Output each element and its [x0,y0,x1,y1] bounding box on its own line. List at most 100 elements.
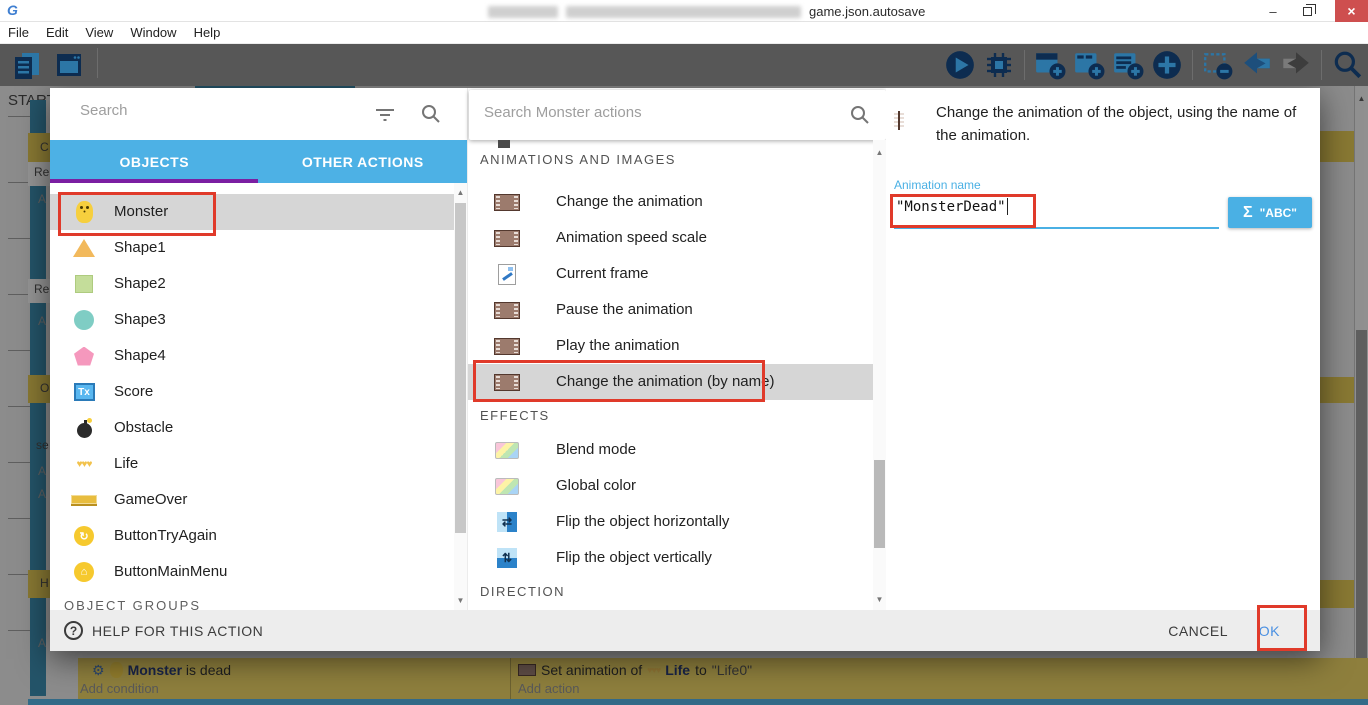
filmstrip-icon [492,328,522,364]
list-item-obstacle[interactable]: Obstacle [50,410,454,446]
object-label: GameOver [114,482,187,518]
list-item-shape3[interactable]: Shape3 [50,302,454,338]
list-item-buttonmainmenu[interactable]: ⌂ ButtonMainMenu [50,554,454,590]
search-events-button[interactable] [1328,48,1366,82]
action-item-change-animation-by-name[interactable]: Change the animation (by name) [468,364,873,400]
list-item-score[interactable]: Tx Score [50,374,454,410]
action-item-global-color[interactable]: Global color [468,468,873,504]
actions-list: ANIMATIONS AND IMAGES Change the animati… [468,140,887,610]
add-sub-event-icon [1073,49,1105,81]
main-toolbar [0,44,1368,86]
action-description: Change the animation of the object, usin… [936,101,1314,148]
list-item-shape2[interactable]: Shape2 [50,266,454,302]
scrollbar-thumb[interactable] [874,460,885,548]
object-label: Shape4 [114,338,166,374]
object-tabs: OBJECTS OTHER ACTIONS [50,140,467,183]
text-object-icon: Tx [70,374,98,410]
animation-name-value: "MonsterDead" [896,199,1006,215]
home-button-object-icon: ⌂ [70,554,98,590]
objects-search-input[interactable] [80,102,360,119]
list-item-shape1[interactable]: Shape1 [50,230,454,266]
menu-edit[interactable]: Edit [46,25,79,40]
object-label: Score [114,374,153,410]
minimize-button[interactable]: – [1258,0,1288,22]
search-icon[interactable] [421,104,441,124]
close-icon: × [1347,3,1355,19]
tab-objects[interactable]: OBJECTS [50,140,259,183]
add-comment-button[interactable] [1109,48,1147,82]
action-item-current-frame[interactable]: Current frame [468,256,873,292]
animation-name-input[interactable]: "MonsterDead" [896,198,1008,215]
search-icon[interactable] [850,105,870,125]
filmstrip-icon [492,364,522,400]
list-item-gameover[interactable]: GameOver [50,482,454,518]
menu-help[interactable]: Help [194,25,232,40]
redo-button[interactable] [1277,48,1315,82]
window-title-text: game.json.autosave [809,4,925,19]
filmstrip-icon [492,184,522,220]
hearts-object-icon: ♥♥♥ [70,446,98,482]
restore-icon [1303,7,1312,16]
close-button[interactable]: × [1335,0,1368,22]
scroll-down-icon[interactable]: ▼ [873,595,886,604]
action-item-flip-vertical[interactable]: ⇅ Flip the object vertically [468,540,873,576]
objects-list-scrollbar[interactable]: ▲ ▼ [454,183,467,610]
action-item-animation-speed-scale[interactable]: Animation speed scale [468,220,873,256]
tab-other-actions[interactable]: OTHER ACTIONS [259,140,468,183]
section-header-effects: EFFECTS [480,408,550,423]
list-item-buttontryagain[interactable]: ↻ ButtonTryAgain [50,518,454,554]
restore-button[interactable] [1292,0,1322,22]
bomb-object-icon [70,410,98,446]
flip-vertical-icon: ⇅ [492,540,522,576]
actions-list-scrollbar[interactable]: ▲ ▼ [873,140,886,610]
preview-button[interactable] [941,48,979,82]
scroll-down-icon[interactable]: ▼ [454,596,467,605]
circle-object-icon [70,302,98,338]
project-manager-button[interactable] [8,48,46,82]
gdevelop-logo-icon: G [7,2,18,18]
menu-file[interactable]: File [8,25,40,40]
filmstrip-icon [492,292,522,328]
list-item-life[interactable]: ♥♥♥ Life [50,446,454,482]
scroll-up-icon[interactable]: ▲ [873,148,886,157]
section-header-direction: DIRECTION [480,584,565,599]
add-special-event-button[interactable] [1148,48,1186,82]
banner-object-icon [70,482,98,518]
redo-icon [1280,49,1312,81]
add-event-button[interactable] [1031,48,1069,82]
toolbar-separator [1192,50,1193,80]
ok-button[interactable]: OK [1259,610,1280,651]
objects-panel: OBJECTS OTHER ACTIONS Monster Shape1 Sha… [50,88,467,610]
action-label: Blend mode [556,432,636,468]
action-item-pause-animation[interactable]: Pause the animation [468,292,873,328]
filter-icon[interactable] [375,108,395,122]
actions-search-input[interactable] [484,104,814,121]
scrollbar-thumb[interactable] [455,203,466,533]
action-label: Global color [556,468,636,504]
action-item-play-animation[interactable]: Play the animation [468,328,873,364]
scroll-up-icon[interactable]: ▲ [454,188,467,197]
menu-view[interactable]: View [85,25,124,40]
expression-editor-button[interactable]: Σ "ABC" [1228,197,1312,228]
undo-button[interactable] [1238,48,1276,82]
menu-bar: File Edit View Window Help [0,22,1368,44]
add-sub-event-button[interactable] [1070,48,1108,82]
action-item-blend-mode[interactable]: Blend mode [468,432,873,468]
actions-search-card [469,90,886,140]
scene-editor-button[interactable] [50,48,88,82]
action-item-flip-horizontal[interactable]: ⇄ Flip the object horizontally [468,504,873,540]
action-label: Pause the animation [556,292,693,328]
cancel-button[interactable]: CANCEL [1168,610,1228,651]
menu-window[interactable]: Window [130,25,187,40]
text-cursor [1007,198,1009,215]
help-for-this-action-button[interactable]: ? HELP FOR THIS ACTION [64,610,263,651]
action-label: Flip the object vertically [556,540,712,576]
debug-button[interactable] [980,48,1018,82]
delete-event-button[interactable] [1199,48,1237,82]
list-item-monster[interactable]: Monster [50,194,454,230]
redacted-title-block [488,6,558,18]
action-label: Current frame [556,256,649,292]
image-color-icon [492,468,522,504]
list-item-shape4[interactable]: Shape4 [50,338,454,374]
action-item-change-animation[interactable]: Change the animation [468,184,873,220]
